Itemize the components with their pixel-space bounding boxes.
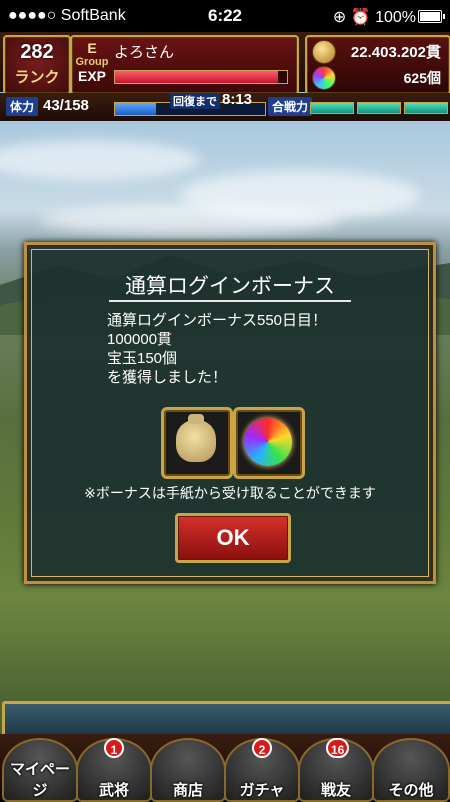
stamina-row: 体力 43/158 回復まで 8:13 合戦力 xyxy=(0,91,450,121)
dialog-message: 通算ログインボーナス550日目！ 100000貫 宝玉150個 を獲得しました！ xyxy=(107,311,327,387)
bottom-nav: マイページ 1 武将 商店 2 ガチャ 16 戦友 その他 xyxy=(0,734,450,802)
battery-icon xyxy=(418,10,445,23)
nav-item-other[interactable]: その他 xyxy=(372,738,450,802)
message-line: 宝玉150個 xyxy=(107,350,178,367)
cloud xyxy=(40,205,340,235)
nav-item-gacha[interactable]: 2 ガチャ xyxy=(224,738,300,802)
player-panel[interactable]: E Group よろさん EXP xyxy=(70,35,299,95)
reward-money xyxy=(161,407,233,479)
message-line: 通算ログインボーナス550日目！ xyxy=(107,312,328,329)
ios-status-bar: ●●●●○ SoftBank 6:22 ⊕ ⏰ 100% xyxy=(0,0,450,32)
nav-item-busho[interactable]: 1 武将 xyxy=(76,738,152,802)
nav-item-friends[interactable]: 16 戦友 xyxy=(298,738,374,802)
notification-badge: 2 xyxy=(252,738,272,758)
notification-badge: 16 xyxy=(326,738,350,758)
battle-power-segment xyxy=(404,102,448,114)
title-divider xyxy=(109,300,351,302)
player-name: よろさん xyxy=(114,44,175,61)
dialog-note: ※ボーナスは手紙から受け取ることができます xyxy=(84,485,376,501)
money-bag-icon xyxy=(176,414,216,462)
coin-bag-icon xyxy=(312,40,336,64)
rank-label: ランク xyxy=(14,69,60,86)
nav-item-mypage[interactable]: マイページ xyxy=(2,738,78,802)
exp-bar xyxy=(114,70,288,84)
message-line: 100000貫 xyxy=(107,331,173,348)
gem-icon xyxy=(312,66,336,90)
battle-power-label: 合戦力 xyxy=(268,97,313,116)
ok-button[interactable]: OK xyxy=(175,513,291,563)
recover-label: 回復まで xyxy=(170,93,220,109)
group-letter: E xyxy=(87,40,97,56)
message-ticker[interactable] xyxy=(2,701,450,737)
group-label: Group xyxy=(75,56,109,68)
stamina-fill xyxy=(115,103,156,115)
nav-item-shop[interactable]: 商店 xyxy=(150,738,226,802)
nav-label: 戦友 xyxy=(320,782,351,799)
reward-gem xyxy=(233,407,305,479)
battle-power-segment xyxy=(310,102,354,114)
stamina-label: 体力 xyxy=(6,97,39,116)
gem-count: 625個 xyxy=(403,70,441,86)
money-amount: 22.403.202貫 xyxy=(350,44,441,61)
nav-label: その他 xyxy=(388,782,434,799)
login-bonus-dialog: 通算ログインボーナス 通算ログインボーナス550日目！ 100000貫 宝玉15… xyxy=(24,242,436,584)
nav-label: ガチャ xyxy=(239,782,285,799)
nav-label: 商店 xyxy=(172,782,203,799)
nav-label: マイページ xyxy=(9,761,70,799)
rank-badge[interactable]: 282 ランク xyxy=(3,35,71,95)
recover-time: 8:13 xyxy=(222,91,253,108)
status-indicators: ⊕ ⏰ 100% xyxy=(332,9,416,26)
stamina-value: 43/158 xyxy=(43,97,89,114)
dialog-title: 通算ログインボーナス xyxy=(125,275,335,298)
rainbow-orb-icon xyxy=(244,418,292,466)
message-line: を獲得しました！ xyxy=(107,369,228,386)
nav-label: 武将 xyxy=(98,782,129,799)
exp-label: EXP xyxy=(78,68,107,84)
battle-power-segment xyxy=(357,102,401,114)
notification-badge: 1 xyxy=(104,738,124,758)
currency-panel[interactable]: 22.403.202貫 625個 xyxy=(305,35,450,95)
exp-fill xyxy=(115,71,279,83)
rank-number: 282 xyxy=(20,41,54,63)
group-badge: E Group xyxy=(72,40,112,68)
